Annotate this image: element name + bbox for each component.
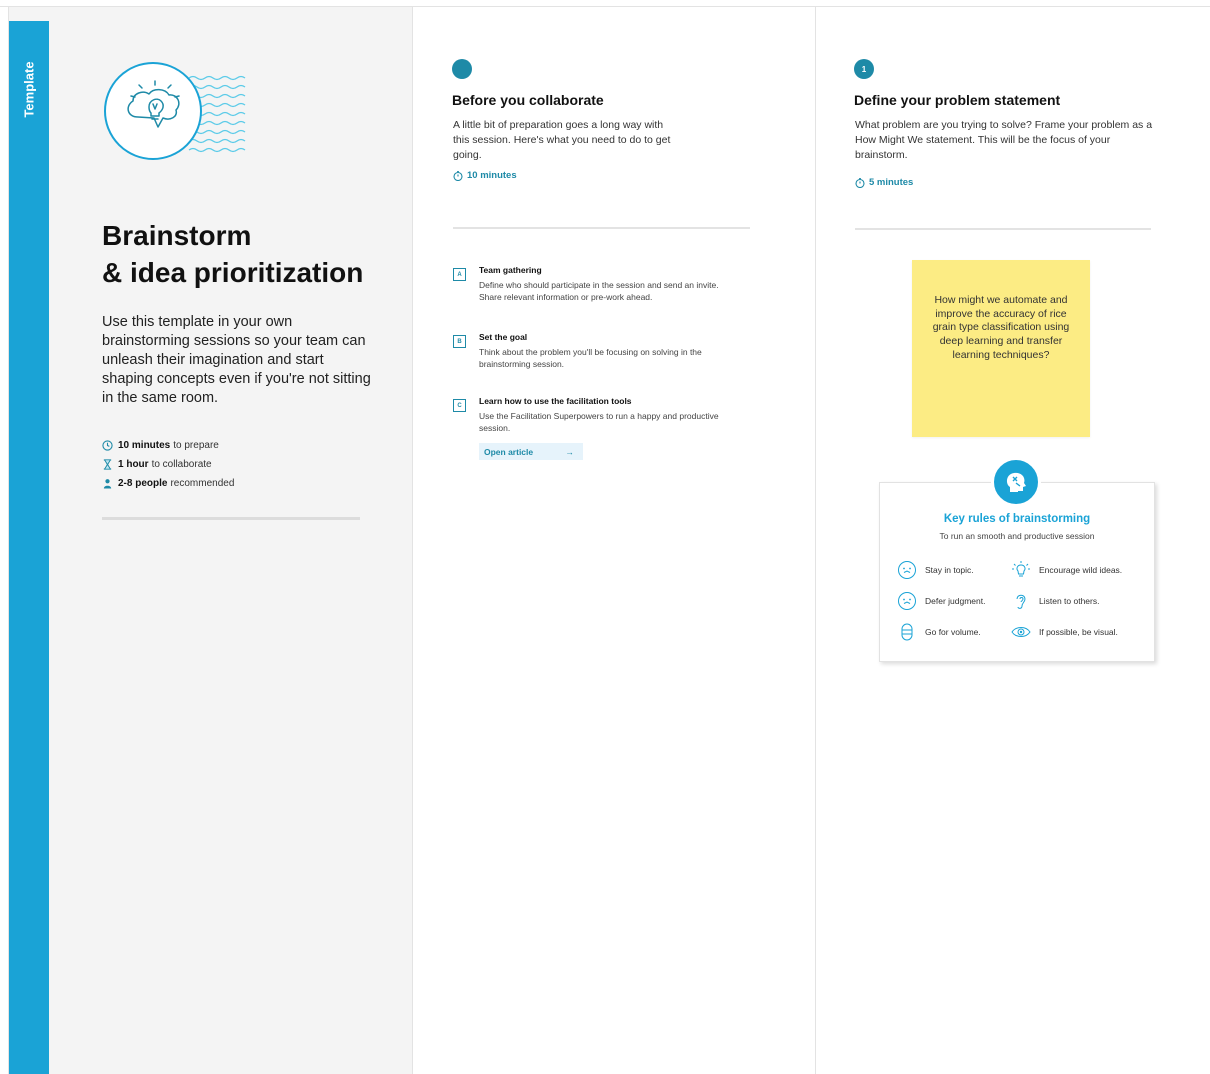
step-desc-a: Define who should participate in the ses…	[479, 280, 719, 302]
intro-description: Use this template in your own brainstorm…	[102, 314, 371, 406]
eye-icon	[1011, 627, 1031, 637]
rule-text: Encourage wild ideas.	[1039, 565, 1123, 575]
meta-prepare-rest: to prepare	[173, 440, 219, 451]
face-icon	[898, 592, 916, 610]
step-title-a: Team gathering	[479, 265, 542, 275]
meta-people: 2-8 people recommended	[102, 474, 234, 493]
step-desc-c: Use the Facilitation Superpowers to run …	[479, 411, 719, 433]
meta-prepare: 10 minutes to prepare	[102, 436, 234, 455]
open-article-button[interactable]: Open article →	[479, 443, 583, 460]
brainstorm-rules-card: Key rules of brainstorming To run an smo…	[879, 482, 1155, 662]
define-time: 5 minutes	[869, 177, 914, 188]
before-description: A little bit of preparation goes a long …	[453, 119, 671, 161]
rule-item: If possible, be visual.	[1011, 622, 1118, 642]
rule-item: Listen to others.	[1011, 591, 1099, 611]
step-title-b: Set the goal	[479, 332, 528, 342]
rules-title: Key rules of brainstorming	[943, 513, 1091, 525]
hourglass-icon	[103, 459, 112, 470]
rule-text: Stay in topic.	[925, 565, 974, 575]
rule-text: If possible, be visual.	[1039, 627, 1118, 637]
intro-panel: Template Brainstorm & idea prioritizatio…	[9, 7, 412, 1074]
meta-people-rest: recommended	[170, 478, 235, 489]
sticky-note-text: How might we automate and improve the ac…	[932, 294, 1070, 361]
timer-icon	[453, 170, 463, 181]
face-icon	[898, 561, 916, 579]
before-divider	[453, 227, 750, 229]
column-separator-2	[815, 7, 816, 1074]
clock-icon	[102, 440, 113, 451]
rule-text: Go for volume.	[925, 627, 981, 637]
head-brain-icon	[1006, 472, 1026, 492]
page-title-line2: & idea prioritization	[102, 257, 364, 288]
rule-text: Listen to others.	[1039, 596, 1100, 606]
define-timer: 5 minutes	[855, 177, 913, 188]
meta-prepare-bold: 10 minutes	[118, 440, 171, 451]
problem-sticky-note[interactable]: How might we automate and improve the ac…	[912, 260, 1090, 437]
rules-head-icon	[991, 457, 1041, 507]
timer-icon	[855, 177, 865, 188]
step-badge-a: A	[453, 268, 466, 281]
open-article-label: Open article	[484, 446, 534, 457]
stack-icon	[901, 623, 913, 641]
define-divider	[855, 228, 1151, 230]
rule-item: Defer judgment.	[897, 591, 985, 611]
step-number-badge: 1	[854, 59, 874, 79]
meta-collaborate-bold: 1 hour	[118, 459, 149, 470]
define-description: What problem are you trying to solve? Fr…	[855, 119, 1153, 161]
column-separator-1	[412, 7, 413, 1074]
meta-people-bold: 2-8 people	[118, 478, 168, 489]
page-title: Brainstorm & idea prioritization	[102, 217, 363, 291]
person-icon	[103, 479, 112, 489]
meta-collaborate: 1 hour to collaborate	[102, 455, 234, 474]
lightbulb-icon	[1012, 561, 1030, 577]
rule-text: Defer judgment.	[925, 596, 986, 606]
ear-icon	[1016, 594, 1026, 609]
define-title: Define your problem statement	[854, 92, 1061, 108]
template-tab[interactable]: Template	[9, 21, 49, 1074]
rules-subtitle: To run an smooth and productive session	[939, 531, 1095, 541]
step-desc-b: Think about the problem you'll be focusi…	[479, 347, 702, 369]
before-time: 10 minutes	[467, 170, 517, 181]
lightbulb-speech-icon	[104, 62, 246, 160]
before-timer: 10 minutes	[453, 170, 517, 181]
session-meta: 10 minutes to prepare 1 hour to collabor…	[102, 436, 234, 493]
page-title-line1: Brainstorm	[102, 220, 252, 251]
arrow-right-icon: →	[565, 446, 575, 457]
step-title-c: Learn how to use the facilitation tools	[479, 396, 632, 406]
step-badge-b: B	[453, 335, 466, 348]
rule-item: Go for volume.	[897, 622, 981, 642]
before-title: Before you collaborate	[452, 92, 604, 108]
template-tab-label: Template	[21, 61, 37, 118]
rule-item: Stay in topic.	[897, 560, 974, 580]
step-badge-c: C	[453, 399, 466, 412]
rule-item: Encourage wild ideas.	[1011, 560, 1122, 580]
prep-dot-marker	[452, 59, 472, 79]
meta-collaborate-rest: to collaborate	[151, 459, 212, 470]
intro-divider	[102, 517, 360, 520]
